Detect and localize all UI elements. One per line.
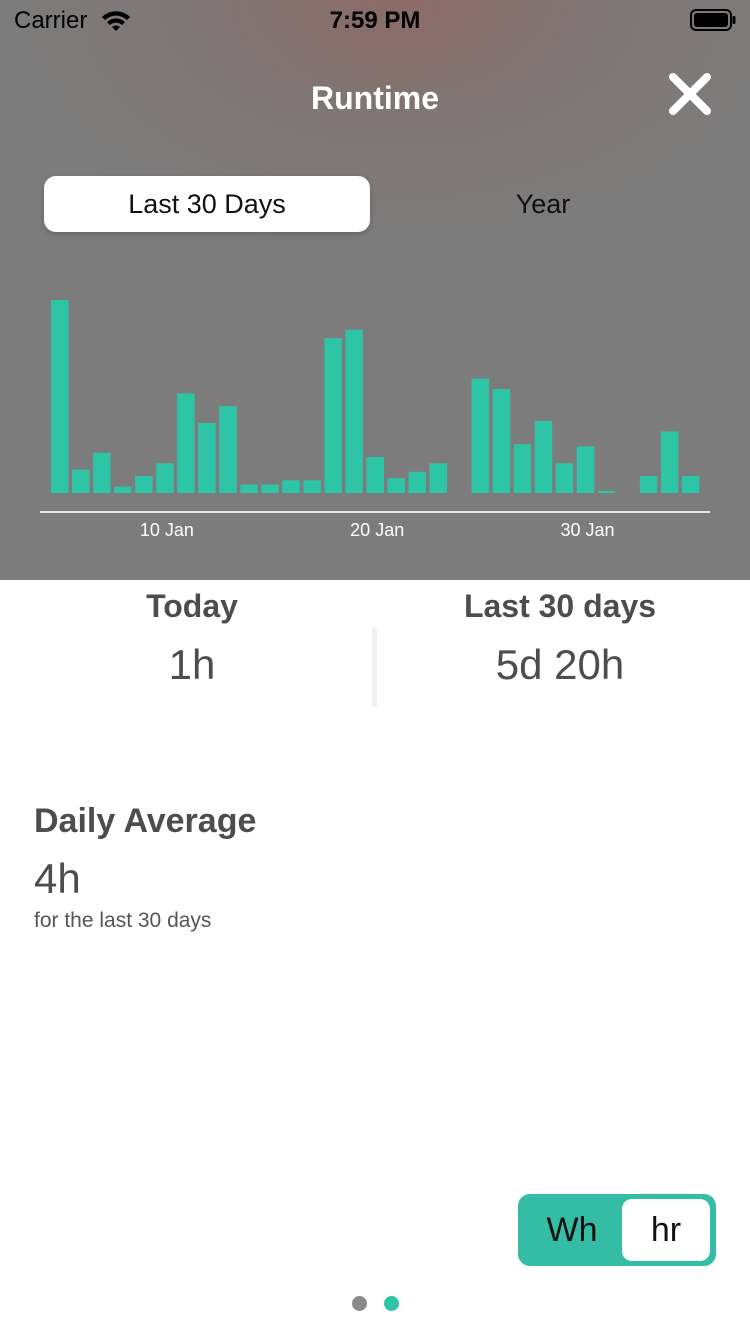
chart-bar: [555, 463, 574, 493]
status-bar: Carrier 7:59 PM: [0, 0, 750, 40]
chart-bar: [492, 389, 511, 493]
battery-icon: [690, 9, 736, 31]
status-time: 7:59 PM: [329, 7, 421, 34]
chart-bar: [387, 478, 405, 493]
chart-tick-label: 30 Jan: [560, 520, 614, 540]
chart-bar: [177, 393, 195, 493]
runtime-header: Carrier 7:59 PM Runtime Last 30 Days Yea…: [0, 0, 750, 580]
range-selector: Last 30 Days Year: [38, 170, 714, 238]
chart-bar: [576, 446, 595, 493]
unit-option-wh[interactable]: Wh: [524, 1199, 620, 1261]
stat-last-30-days: Last 30 days 5d 20h: [410, 588, 710, 689]
stat-divider: [372, 627, 377, 707]
chart-bar: [597, 490, 616, 493]
page-dot-1[interactable]: [352, 1296, 367, 1311]
chart-bar: [471, 378, 490, 493]
chart-bar: [93, 452, 111, 493]
chart-bar: [324, 338, 342, 493]
daily-average-value: 4h: [34, 855, 81, 902]
chart-bar: [303, 480, 321, 493]
chart-bar: [156, 463, 174, 493]
close-icon[interactable]: [666, 70, 714, 118]
chart-bar: [681, 476, 700, 493]
daily-average: Daily Average 4h for the last 30 days: [34, 802, 256, 933]
stat-today: Today 1h: [42, 588, 342, 689]
chart-bar: [660, 431, 679, 493]
chart-bar: [51, 300, 69, 493]
range-option-year[interactable]: Year: [378, 176, 708, 232]
stat-last-30-value: 5d 20h: [495, 641, 625, 688]
page-dot-2-active[interactable]: [384, 1296, 399, 1311]
chart-bar: [534, 420, 553, 493]
chart-bar: [240, 484, 258, 493]
daily-average-label: Daily Average: [34, 802, 257, 840]
unit-option-hr[interactable]: hr: [622, 1199, 710, 1261]
runtime-bar-chart: 10 Jan 20 Jan 30 Jan: [40, 300, 710, 540]
chart-bar: [345, 329, 363, 493]
stat-today-label: Today: [146, 588, 238, 624]
chart-bar: [261, 484, 279, 493]
page-indicator: [350, 1296, 400, 1312]
stat-today-value: 1h: [168, 641, 216, 688]
chart-bar: [135, 476, 153, 493]
chart-bar: [72, 469, 90, 493]
chart-bar: [219, 406, 237, 493]
chart-tick-label: 10 Jan: [140, 520, 194, 540]
stat-last-30-label: Last 30 days: [463, 588, 657, 624]
unit-toggle: Wh hr: [518, 1194, 716, 1266]
chart-tick-label: 20 Jan: [350, 520, 404, 540]
chart-bar: [198, 423, 216, 493]
chart-bar: [408, 471, 426, 493]
chart-bar: [639, 476, 658, 493]
chart-bar: [282, 480, 300, 493]
chart-bar: [366, 457, 384, 493]
chart-bar: [114, 486, 132, 493]
daily-average-caption: for the last 30 days: [34, 909, 212, 932]
chart-bar: [429, 463, 447, 493]
range-option-last-30-days[interactable]: Last 30 Days: [44, 176, 370, 232]
chart-bar: [513, 444, 532, 493]
page-title: Runtime: [311, 80, 439, 116]
